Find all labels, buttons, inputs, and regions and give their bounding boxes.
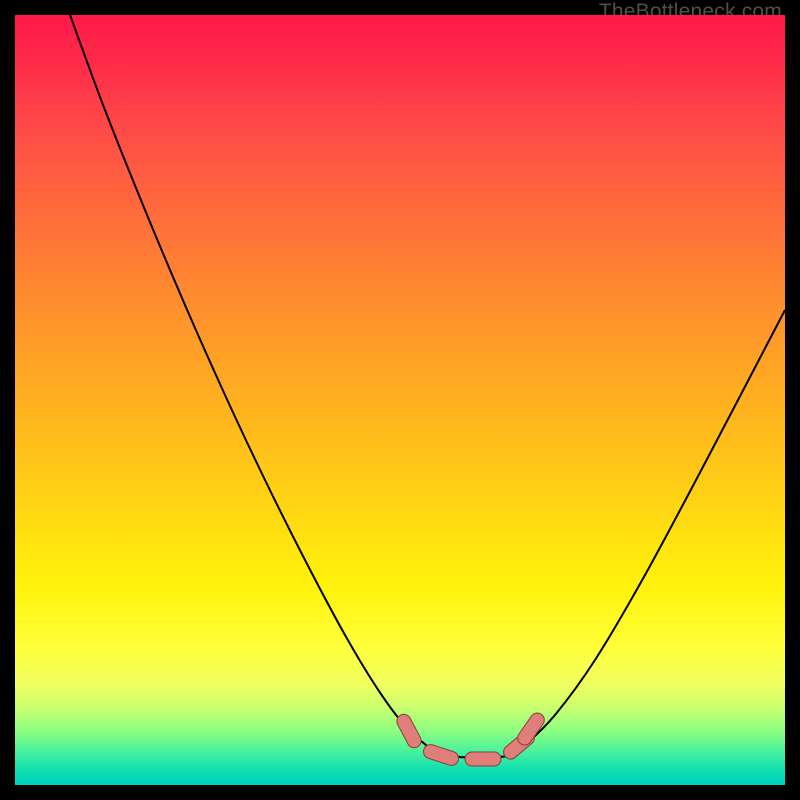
cap-marker bbox=[394, 712, 423, 750]
plot-area bbox=[15, 15, 785, 785]
curve-end-caps bbox=[394, 710, 547, 767]
chart-frame: TheBottleneck.com bbox=[0, 0, 800, 800]
bottleneck-curve-path bbox=[70, 15, 785, 758]
bottleneck-curve-svg bbox=[15, 15, 785, 785]
cap-marker bbox=[422, 743, 461, 767]
cap-marker bbox=[465, 752, 501, 766]
